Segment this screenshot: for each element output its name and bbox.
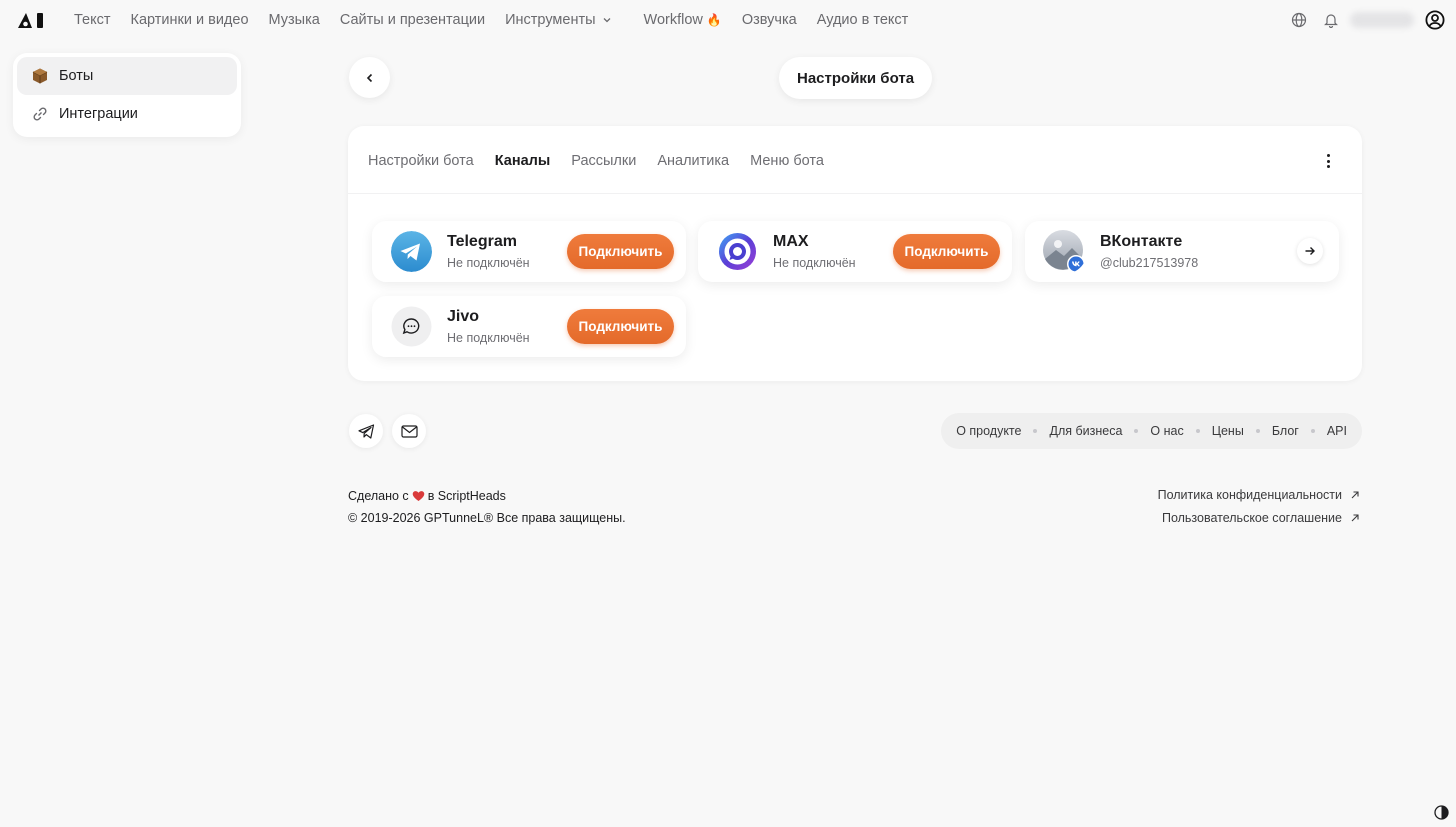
heart-icon [412,491,424,501]
separator-dot [1310,429,1315,433]
globe-icon[interactable] [1288,9,1310,31]
connect-max-button[interactable]: Подключить [893,234,1000,269]
separator-dot [1255,429,1260,433]
page-title: Настройки бота [779,57,933,99]
external-link-icon [1351,491,1359,499]
tab-bot-settings[interactable]: Настройки бота [368,153,474,169]
copyright: © 2019-2026 GPTunneL® Все права защищены… [348,511,626,525]
back-button[interactable] [349,57,390,98]
channel-status: Не подключён [447,331,530,345]
nav-tools[interactable]: Инструменты [505,12,611,28]
separator-dot [1195,429,1200,433]
nav-workflow[interactable]: Workflow 🔥 [644,12,722,28]
external-link-icon [1351,514,1359,522]
chevron-left-icon [366,73,372,82]
logo-icon[interactable] [17,11,47,29]
footer-link-about[interactable]: О нас [1150,424,1183,438]
channel-name: Jivo [447,308,480,325]
footer-link-business[interactable]: Для бизнеса [1049,424,1122,438]
channel-status: @club217513978 [1100,256,1199,270]
tab-bot-menu[interactable]: Меню бота [750,153,824,169]
nav-voice[interactable]: Озвучка [742,12,797,28]
mail-icon [400,424,418,438]
user-balance [1350,12,1414,28]
privacy-policy-label: Политика конфиденциальности [1157,488,1342,502]
telegram-icon [391,231,432,272]
theme-toggle-icon[interactable] [1434,805,1449,820]
box-icon [31,67,49,85]
privacy-policy-link[interactable]: Политика конфиденциальности [1158,488,1360,502]
nav-sites-presentations[interactable]: Сайты и презентации [340,12,485,28]
footer-link-prices[interactable]: Цены [1212,424,1244,438]
arrow-right-icon [1305,247,1315,255]
link-icon [31,105,49,123]
tabs-divider [348,193,1362,194]
channel-card-telegram: Telegram Не подключён Подключить [372,221,686,282]
sidebar-item-label: Интеграции [59,106,138,122]
nav-images-video[interactable]: Картинки и видео [131,12,249,28]
nav-tools-label: Инструменты [505,12,596,28]
open-vk-button[interactable] [1297,238,1323,264]
sidebar-item-label: Боты [59,68,94,84]
nav-audio-to-text[interactable]: Аудио в текст [817,12,909,28]
separator-dot [1134,429,1139,433]
terms-link[interactable]: Пользовательское соглашение [1162,511,1360,525]
channel-status: Не подключён [447,256,530,270]
user-avatar-icon[interactable] [1424,9,1446,31]
channel-card-vk: ВКонтакте @club217513978 [1025,221,1339,282]
tab-analytics[interactable]: Аналитика [657,153,729,169]
made-suffix: в ScriptHeads [427,489,506,503]
vk-icon [1043,230,1085,273]
channel-name: Telegram [447,233,517,250]
channel-card-max: MAX Не подключён Подключить [698,221,1012,282]
channel-status: Не подключён [773,256,856,270]
channel-name: MAX [773,233,809,250]
connect-jivo-button[interactable]: Подключить [567,309,674,344]
sidebar: Боты Интеграции [13,53,241,137]
channel-name: ВКонтакте [1100,233,1183,250]
connect-telegram-button[interactable]: Подключить [567,234,674,269]
bell-icon[interactable] [1320,9,1342,31]
top-navigation: Текст Картинки и видео Музыка Сайты и пр… [0,0,1456,40]
chat-icon [391,306,432,347]
sidebar-item-bots[interactable]: Боты [17,57,237,95]
terms-label: Пользовательское соглашение [1161,511,1342,525]
sidebar-item-integrations[interactable]: Интеграции [17,95,237,133]
channel-card-jivo: Jivo Не подключён Подключить [372,296,686,357]
nav-workflow-label: Workflow [643,12,703,28]
footer-link-product[interactable]: О продукте [956,424,1021,438]
tab-channels[interactable]: Каналы [495,153,551,169]
bot-settings-card: Настройки бота Каналы Рассылки Аналитика… [348,126,1362,381]
separator-dot [1033,429,1038,433]
nav-text[interactable]: Текст [74,12,111,28]
max-icon [719,233,756,270]
email-link-button[interactable] [392,414,426,448]
fire-icon: 🔥 [706,13,722,27]
made-with-love: Сделано с в ScriptHeads [348,489,506,503]
tab-bar: Настройки бота Каналы Рассылки Аналитика… [368,153,845,169]
chevron-down-icon [603,18,610,23]
more-menu-icon[interactable] [1320,152,1336,170]
made-prefix: Сделано с [348,489,409,503]
footer-links: О продукте Для бизнеса О нас Цены Блог A… [941,413,1362,449]
tab-mailings[interactable]: Рассылки [571,153,636,169]
footer-link-blog[interactable]: Блог [1272,424,1299,438]
footer-link-api[interactable]: API [1327,424,1347,438]
telegram-link-button[interactable] [349,414,383,448]
nav-music[interactable]: Музыка [269,12,320,28]
telegram-icon [357,423,374,439]
